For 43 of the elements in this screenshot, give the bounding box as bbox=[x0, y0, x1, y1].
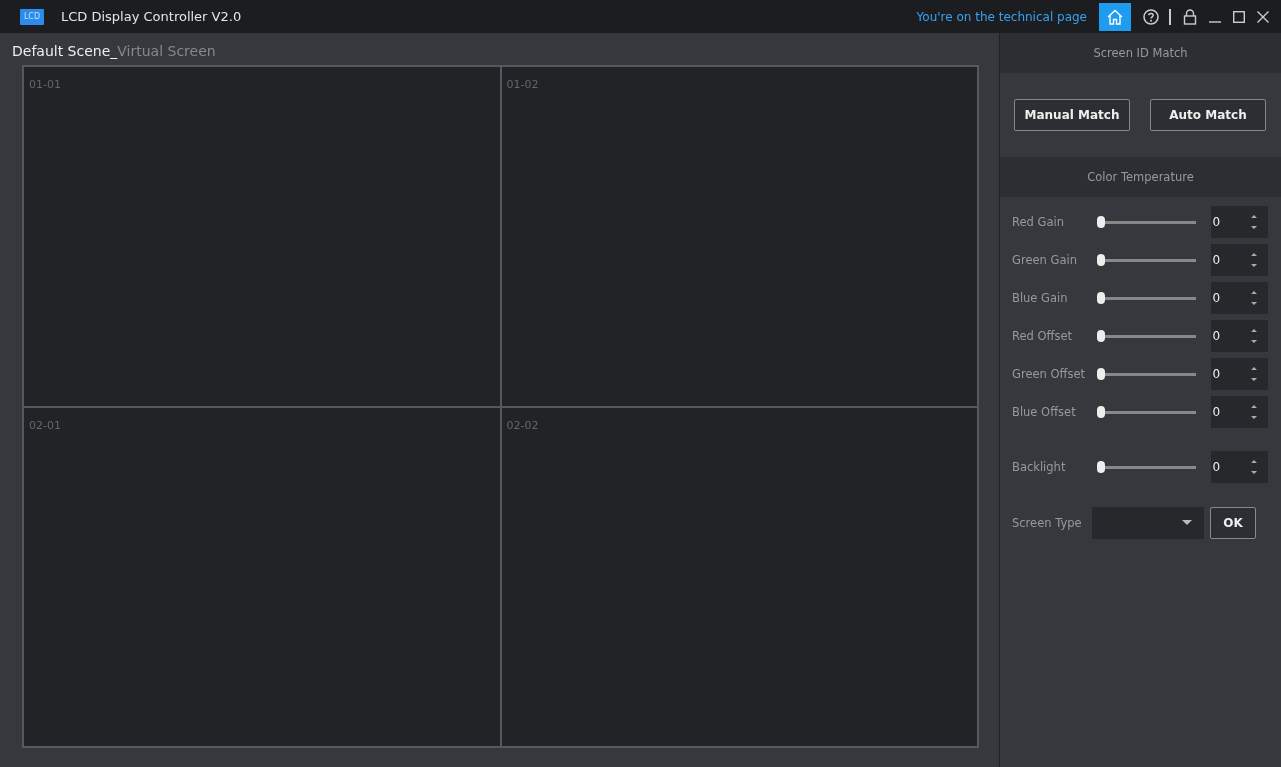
screen-label: 02-01 bbox=[29, 418, 61, 432]
screen-label: 01-01 bbox=[29, 78, 61, 91]
number-spinner[interactable]: 0 bbox=[1210, 206, 1268, 238]
slider-thumb[interactable] bbox=[1096, 461, 1105, 473]
ok-button[interactable]: OK bbox=[1210, 507, 1256, 539]
slider-thumb[interactable] bbox=[1096, 330, 1105, 342]
page-notice: You're on the technical page bbox=[916, 9, 1087, 24]
close-icon[interactable] bbox=[1257, 10, 1269, 23]
dropdown-caret-icon bbox=[1182, 520, 1192, 526]
scene-subtitle: Virtual Screen bbox=[117, 43, 216, 59]
scene-name: Default Scene_ bbox=[12, 43, 118, 59]
slider-label: Green Gain bbox=[1012, 253, 1078, 267]
number-spinner[interactable]: 0 bbox=[1210, 320, 1268, 352]
match-button[interactable]: Auto Match bbox=[1150, 99, 1266, 131]
slider-thumb[interactable] bbox=[1096, 254, 1105, 266]
slider-label: Blue Gain bbox=[1012, 291, 1069, 305]
slider-label: Red Gain bbox=[1012, 215, 1065, 229]
number-spinner[interactable]: 0 bbox=[1210, 396, 1268, 428]
slider-thumb[interactable] bbox=[1096, 292, 1105, 304]
lock-icon[interactable] bbox=[1183, 8, 1197, 25]
slider-thumb[interactable] bbox=[1096, 406, 1105, 418]
slider-label: Green Offset bbox=[1012, 367, 1087, 381]
home-icon bbox=[1106, 7, 1124, 26]
number-spinner[interactable]: 0 bbox=[1210, 451, 1268, 483]
screen-label: 02-02 bbox=[506, 418, 539, 432]
slider-label: Blue Offset bbox=[1012, 405, 1077, 419]
screen-type-label: Screen Type bbox=[1012, 516, 1083, 530]
number-spinner[interactable]: 0 bbox=[1210, 282, 1268, 314]
number-spinner[interactable]: 0 bbox=[1210, 244, 1268, 276]
slider-thumb[interactable] bbox=[1096, 368, 1105, 380]
slider-label: Backlight bbox=[1012, 460, 1067, 474]
slider-label: Red Offset bbox=[1012, 329, 1074, 343]
maximize-icon[interactable] bbox=[1233, 10, 1245, 23]
screen-label: 01-02 bbox=[506, 78, 539, 91]
help-icon[interactable] bbox=[1143, 8, 1159, 25]
match-button[interactable]: Manual Match bbox=[1014, 99, 1130, 131]
slider-thumb[interactable] bbox=[1096, 216, 1105, 228]
home-button[interactable] bbox=[1099, 2, 1131, 31]
section-header: Screen ID Match bbox=[1000, 33, 1281, 73]
window-title: LCD Display Controller V2.0 bbox=[61, 9, 242, 24]
app-logo: LCD bbox=[20, 8, 44, 25]
section-header: Color Temperature bbox=[1000, 157, 1281, 197]
number-spinner[interactable]: 0 bbox=[1210, 358, 1268, 390]
